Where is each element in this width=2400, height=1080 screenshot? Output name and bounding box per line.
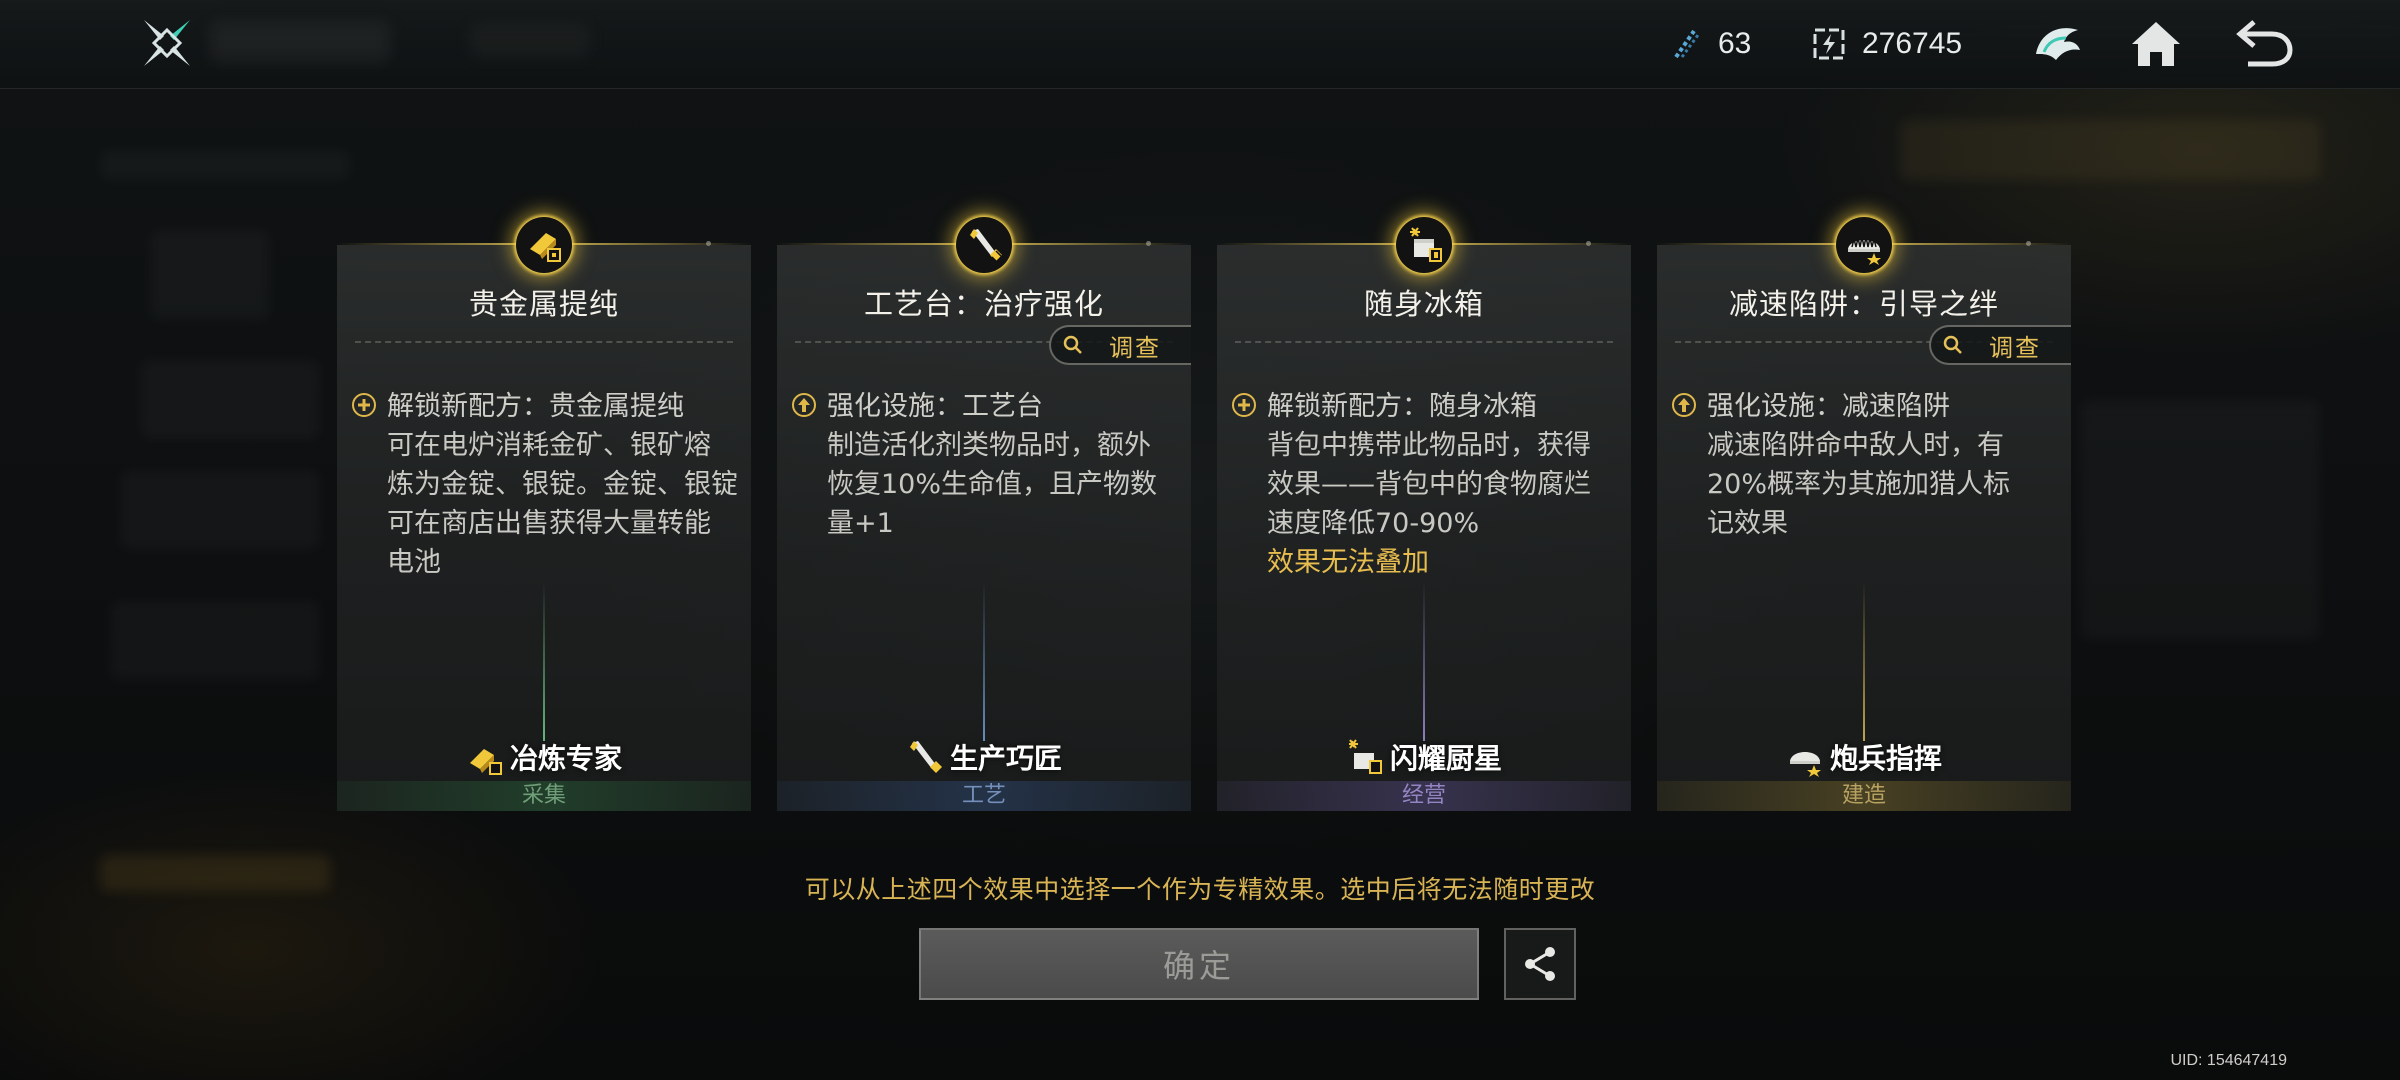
share-icon <box>1525 947 1555 981</box>
trap-icon <box>1836 217 1892 273</box>
category-bar: 建造 <box>1657 781 2071 811</box>
plus-circle-icon <box>352 393 376 417</box>
confirm-button[interactable]: 确定 <box>919 928 1479 1000</box>
card-effect: 解锁新配方：随身冰箱 背包中携带此物品时，获得 效果——背包中的食物腐烂 速度降… <box>1231 387 1621 582</box>
effect-line: 解锁新配方：贵金属提纯 <box>387 391 684 422</box>
card-effect: 强化设施：工艺台 制造活化剂类物品时，额外 恢复10%生命值，且产物数 量+1 <box>791 387 1181 543</box>
shining-chef-icon <box>1348 739 1382 774</box>
back-arrow-icon <box>2236 20 2293 67</box>
specialization-card-smelting[interactable]: 贵金属提纯 解锁新配方：贵金属提纯 可在电炉消耗金矿、银矿熔 炼为金锭、银锭。金… <box>337 217 751 811</box>
background-blur <box>2080 400 2320 640</box>
card-title: 减速陷阱：引导之绊 <box>1728 287 1999 321</box>
effect-line: 速度降低70-90% <box>1267 508 1480 539</box>
resource-battery: 276745 <box>1812 22 1962 66</box>
specialist-label: 炮兵指挥 <box>1657 737 2071 777</box>
blurred-title <box>210 22 390 62</box>
background-blur <box>140 360 320 440</box>
investigate-button[interactable]: 调查 <box>1049 325 1191 365</box>
effect-line: 可在商店出售获得大量转能 <box>387 508 711 539</box>
specialist-label: 生产巧匠 <box>777 737 1191 777</box>
light-beam <box>983 581 985 741</box>
specialist-name: 闪耀厨星 <box>1389 742 1502 775</box>
search-icon <box>1943 335 1962 354</box>
blurred-subtitle <box>470 24 590 58</box>
helmet-emblem-icon <box>2036 28 2080 60</box>
energy-crystal-icon <box>1668 27 1702 61</box>
light-beam <box>1863 581 1865 741</box>
specialization-card-cooler[interactable]: 随身冰箱 解锁新配方：随身冰箱 背包中携带此物品时，获得 效果——背包中的食物腐… <box>1217 217 1631 811</box>
specialist-name: 生产巧匠 <box>949 742 1062 775</box>
effect-line: 减速陷阱命中敌人时，有 <box>1707 430 2004 461</box>
effect-line: 强化设施：减速陷阱 <box>1707 391 1950 422</box>
category-bar: 经营 <box>1217 781 1631 811</box>
specialization-card-trap[interactable]: 减速陷阱：引导之绊 调查 强化设施：减速陷阱 减速陷阱命中敌人时，有 20%概率… <box>1657 217 2071 811</box>
resource-energy: 63 <box>1668 22 1751 66</box>
investigate-button[interactable]: 调查 <box>1929 325 2071 365</box>
specialist-name: 冶炼专家 <box>509 742 622 775</box>
effect-line: 恢复10%生命值，且产物数 <box>827 469 1158 500</box>
artillery-commander-icon <box>1789 752 1821 777</box>
background-blur <box>150 230 270 320</box>
background-blur <box>120 470 320 550</box>
light-beam <box>543 581 545 741</box>
card-divider <box>355 341 733 343</box>
card-effect: 解锁新配方：贵金属提纯 可在电炉消耗金矿、银矿熔 炼为金锭、银锭。金锭、银锭 可… <box>351 387 741 582</box>
card-title: 工艺台：治疗强化 <box>863 287 1104 321</box>
specialization-card-workbench[interactable]: 工艺台：治疗强化 调查 强化设施：工艺台 制造活化剂类物品时，额外 恢复10%生… <box>777 217 1191 811</box>
gold-ingot-icon <box>516 217 572 273</box>
battery-value: 276745 <box>1862 27 1963 60</box>
share-button[interactable] <box>1504 928 1576 1000</box>
effect-line: 20%概率为其施加猎人标 <box>1707 469 2011 500</box>
helmet-emblem-button[interactable] <box>2026 14 2090 74</box>
effect-line: 量+1 <box>827 508 894 539</box>
investigate-label: 调查 <box>1989 333 2041 362</box>
card-title: 贵金属提纯 <box>468 287 619 321</box>
arrow-up-circle-icon <box>792 393 816 417</box>
effect-line: 炼为金锭、银锭。金锭、银锭 <box>387 469 738 500</box>
production-craftsman-icon <box>909 741 942 773</box>
specialist-label: 冶炼专家 <box>337 737 751 777</box>
background-blur <box>1900 120 2320 180</box>
effect-line: 记效果 <box>1707 508 1788 539</box>
specialist-name: 炮兵指挥 <box>1829 742 1942 775</box>
specialization-screen: 63 276745 贵金属提纯 解锁新配方：贵金属提纯 可在电炉消耗金矿、银矿熔… <box>0 0 2400 1080</box>
user-id: UID: 154647419 <box>2170 1052 2287 1069</box>
plus-circle-icon <box>1232 393 1256 417</box>
search-icon <box>1063 335 1082 354</box>
game-logo-icon <box>140 16 194 70</box>
card-top-dot <box>706 241 711 246</box>
energy-value: 63 <box>1718 27 1752 60</box>
card-top-dot <box>1586 241 1591 246</box>
effect-line: 背包中携带此物品时，获得 <box>1267 430 1591 461</box>
effect-line: 制造活化剂类物品时，额外 <box>827 430 1151 461</box>
background-blur <box>110 600 320 680</box>
wrench-tool-icon <box>956 217 1012 273</box>
effect-line: 效果——背包中的食物腐烂 <box>1267 469 1591 500</box>
specialist-label: 闪耀厨星 <box>1217 737 1631 777</box>
effect-line: 可在电炉消耗金矿、银矿熔 <box>387 430 711 461</box>
top-bar: 63 276745 <box>0 0 2400 89</box>
card-effect: 强化设施：减速陷阱 减速陷阱命中敌人时，有 20%概率为其施加猎人标 记效果 <box>1671 387 2061 543</box>
arrow-up-circle-icon <box>1672 393 1696 417</box>
category-bar: 采集 <box>337 781 751 811</box>
home-icon <box>2132 22 2180 66</box>
effect-warning: 效果无法叠加 <box>1267 547 1429 578</box>
card-top-dot <box>2026 241 2031 246</box>
battery-charge-icon <box>1812 27 1846 61</box>
card-title: 随身冰箱 <box>1363 287 1484 321</box>
card-top-dot <box>1146 241 1151 246</box>
investigate-label: 调查 <box>1109 333 1161 362</box>
background-blur <box>100 150 350 180</box>
back-button[interactable] <box>2232 14 2296 74</box>
effect-line: 电池 <box>387 547 441 578</box>
category-bar: 工艺 <box>777 781 1191 811</box>
light-beam <box>1423 581 1425 741</box>
effect-line: 解锁新配方：随身冰箱 <box>1267 391 1537 422</box>
home-button[interactable] <box>2124 14 2188 74</box>
smelting-expert-icon <box>469 749 502 775</box>
card-divider <box>1235 341 1613 343</box>
cooler-box-icon <box>1396 217 1452 273</box>
effect-line: 强化设施：工艺台 <box>827 391 1043 422</box>
selection-hint: 可以从上述四个效果中选择一个作为专精效果。选中后将无法随时更改 <box>804 875 1596 904</box>
